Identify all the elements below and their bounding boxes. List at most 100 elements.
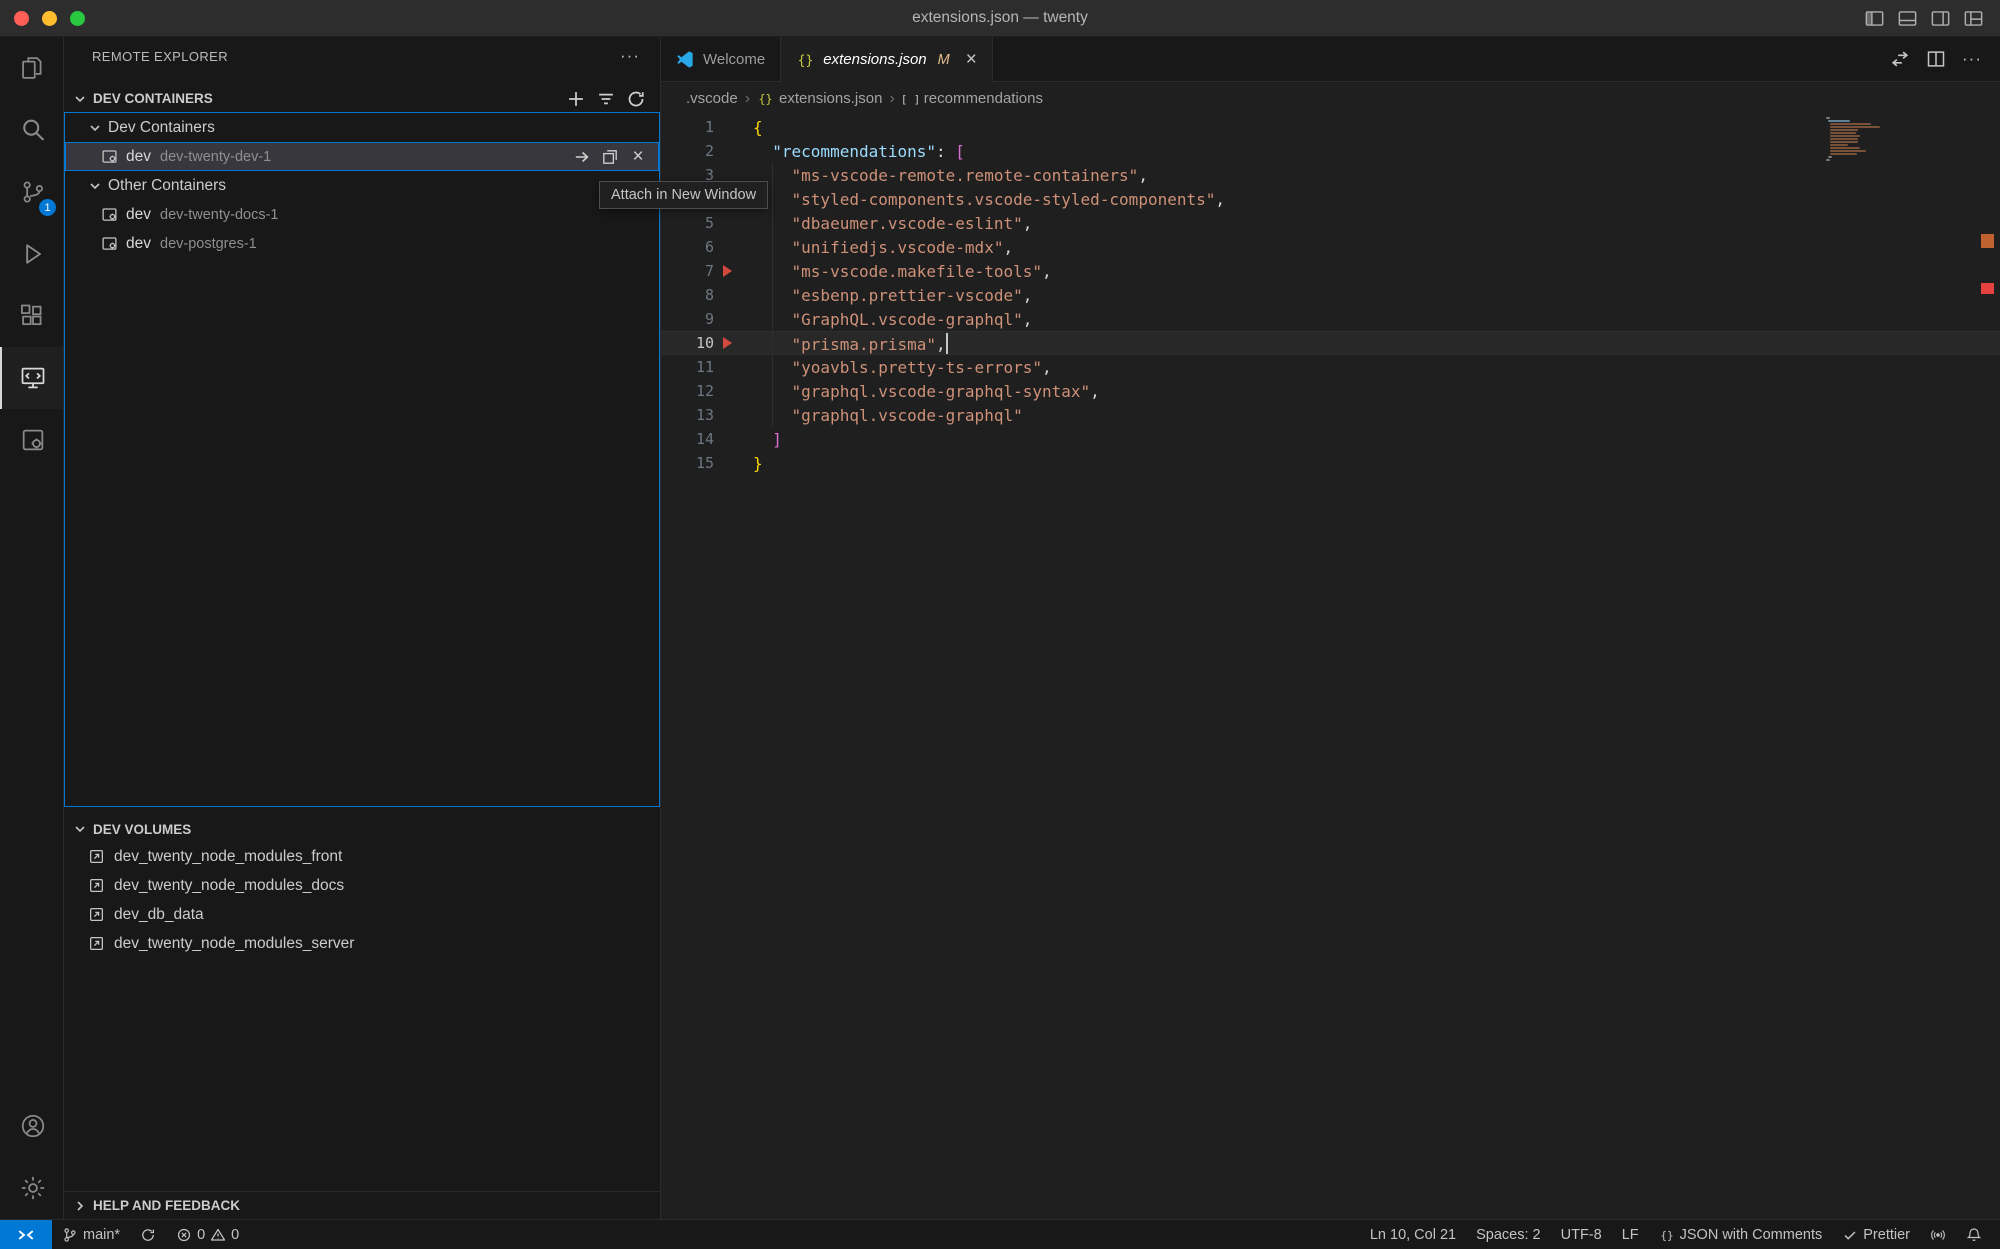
filter-button[interactable] — [596, 89, 616, 109]
encoding-status[interactable]: UTF-8 — [1551, 1220, 1612, 1249]
notifications-status[interactable] — [1956, 1220, 1992, 1249]
gutter-glyph[interactable] — [714, 403, 753, 427]
more-actions-button[interactable]: ··· — [1962, 49, 1982, 69]
minimap-line — [1830, 141, 1858, 143]
minimap[interactable] — [1826, 117, 1900, 162]
activity-explorer[interactable] — [0, 37, 63, 99]
code-line-14[interactable]: 14 ] — [661, 427, 2000, 451]
volume-dev-twenty-node-modules-front[interactable]: dev_twenty_node_modules_front — [64, 842, 660, 871]
window-title: extensions.json — twenty — [0, 9, 2000, 27]
code-line-1[interactable]: 1{ — [661, 115, 2000, 139]
sync-icon — [140, 1227, 156, 1243]
code-line-5[interactable]: 5 "dbaeumer.vscode-eslint", — [661, 211, 2000, 235]
line-number: 7 — [661, 262, 714, 280]
chevron-down-icon — [72, 821, 88, 837]
minimize-window-button[interactable] — [42, 11, 57, 26]
check-icon — [1842, 1227, 1858, 1243]
section-dev-containers[interactable]: DEV CONTAINERS — [64, 85, 660, 112]
remote-indicator[interactable] — [0, 1220, 52, 1249]
volume-dev-db-data[interactable]: dev_db_data — [64, 900, 660, 929]
code-line-7[interactable]: 7 "ms-vscode.makefile-tools", — [661, 259, 2000, 283]
activity-source-control[interactable]: 1 — [0, 161, 63, 223]
attach-in-new-window-button[interactable] — [601, 148, 619, 166]
gutter-glyph[interactable] — [714, 211, 753, 235]
gutter-glyph[interactable] — [714, 427, 753, 451]
code-line-12[interactable]: 12 "graphql.vscode-graphql-syntax", — [661, 379, 2000, 403]
tree-group-dev-containers[interactable]: Dev Containers — [65, 113, 659, 142]
sync-button[interactable] — [130, 1220, 166, 1249]
container-dev-postgres-1[interactable]: devdev-postgres-1 — [65, 229, 659, 258]
volume-dev-twenty-node-modules-docs[interactable]: dev_twenty_node_modules_docs — [64, 871, 660, 900]
split-editor-button[interactable] — [1926, 49, 1946, 69]
code-line-8[interactable]: 8 "esbenp.prettier-vscode", — [661, 283, 2000, 307]
close-window-button[interactable] — [14, 11, 29, 26]
breadcrumb-extensions-json[interactable]: {}extensions.json — [757, 90, 882, 107]
code-line-4[interactable]: 4 "styled-components.vscode-styled-compo… — [661, 187, 2000, 211]
gutter-glyph[interactable] — [714, 235, 753, 259]
refresh-button[interactable] — [626, 89, 646, 109]
gutter-glyph[interactable] — [714, 331, 753, 355]
code-line-2[interactable]: 2 "recommendations": [ — [661, 139, 2000, 163]
activity-containers[interactable] — [0, 409, 63, 471]
problems-status[interactable]: 00 — [166, 1220, 249, 1249]
gutter-glyph[interactable] — [714, 259, 753, 283]
code-line-3[interactable]: 3 "ms-vscode-remote.remote-containers", — [661, 163, 2000, 187]
gutter-glyph[interactable] — [714, 283, 753, 307]
gutter-glyph[interactable] — [714, 139, 753, 163]
code-line-9[interactable]: 9 "GraphQL.vscode-graphql", — [661, 307, 2000, 331]
zoom-window-button[interactable] — [70, 11, 85, 26]
gutter-glyph[interactable] — [714, 379, 753, 403]
error-count: 0 — [197, 1227, 205, 1243]
tab-extensions-json[interactable]: {}extensions.jsonM× — [781, 37, 993, 82]
toggle-secondary-sidebar-button[interactable] — [1930, 8, 1951, 29]
indentation-status[interactable]: Spaces: 2 — [1466, 1220, 1551, 1249]
activity-accounts[interactable] — [0, 1095, 63, 1157]
code-text: "styled-components.vscode-styled-compone… — [753, 190, 1225, 209]
toggle-primary-sidebar-button[interactable] — [1864, 8, 1885, 29]
open-changes-button[interactable] — [1890, 49, 1910, 69]
toggle-panel-button[interactable] — [1897, 8, 1918, 29]
activity-search[interactable] — [0, 99, 63, 161]
attach-to-container-icon — [573, 148, 591, 166]
language-mode-status[interactable]: {}JSON with Comments — [1649, 1220, 1833, 1249]
gutter-glyph[interactable] — [714, 307, 753, 331]
container-dev-twenty-docs-1[interactable]: devdev-twenty-docs-1 — [65, 200, 659, 229]
container-dev-twenty-dev-1[interactable]: devdev-twenty-dev-1× — [65, 142, 659, 171]
git-branch-status[interactable]: main* — [52, 1220, 130, 1249]
customize-layout-button[interactable] — [1963, 8, 1984, 29]
eol-status[interactable]: LF — [1612, 1220, 1649, 1249]
activity-extensions[interactable] — [0, 285, 63, 347]
close-tab-button[interactable]: × — [966, 49, 977, 71]
gutter-glyph[interactable] — [714, 451, 753, 475]
minimap-line — [1830, 153, 1856, 155]
gutter-glyph[interactable] — [714, 355, 753, 379]
breadcrumb-recommendations[interactable]: [ ]recommendations — [902, 90, 1043, 107]
container-name: dev — [126, 206, 151, 224]
gutter-glyph[interactable] — [714, 115, 753, 139]
toggle-secondary-sidebar-icon — [1930, 8, 1951, 29]
code-line-10[interactable]: 10 "prisma.prisma", — [661, 331, 2000, 355]
tab-welcome[interactable]: Welcome — [661, 37, 781, 81]
volume-dev-twenty-node-modules-server[interactable]: dev_twenty_node_modules_server — [64, 929, 660, 958]
svg-text:{}: {} — [798, 53, 814, 68]
breadcrumb--vscode[interactable]: .vscode — [686, 90, 738, 107]
activity-run-and-debug[interactable] — [0, 223, 63, 285]
stop-button[interactable]: × — [629, 148, 647, 166]
more-actions-icon[interactable]: ··· — [620, 46, 640, 66]
add-button[interactable] — [566, 89, 586, 109]
tree-group-other-containers[interactable]: Other Containers — [65, 171, 659, 200]
code-line-11[interactable]: 11 "yoavbls.pretty-ts-errors", — [661, 355, 2000, 379]
code-editor[interactable]: 1{2 "recommendations": [3 "ms-vscode-rem… — [661, 115, 2000, 1219]
section-dev-volumes[interactable]: DEV VOLUMES — [64, 816, 660, 842]
feedback-status[interactable] — [1920, 1220, 1956, 1249]
activity-manage[interactable] — [0, 1157, 63, 1219]
dev-volumes-list: dev_twenty_node_modules_frontdev_twenty_… — [64, 842, 660, 958]
code-line-13[interactable]: 13 "graphql.vscode-graphql" — [661, 403, 2000, 427]
section-help-and-feedback[interactable]: HELP AND FEEDBACK — [64, 1191, 660, 1219]
formatter-status[interactable]: Prettier — [1832, 1220, 1920, 1249]
attach-to-container-button[interactable] — [573, 148, 591, 166]
code-line-6[interactable]: 6 "unifiedjs.vscode-mdx", — [661, 235, 2000, 259]
code-line-15[interactable]: 15} — [661, 451, 2000, 475]
cursor-position-status[interactable]: Ln 10, Col 21 — [1360, 1220, 1466, 1249]
activity-remote-explorer[interactable] — [0, 347, 63, 409]
